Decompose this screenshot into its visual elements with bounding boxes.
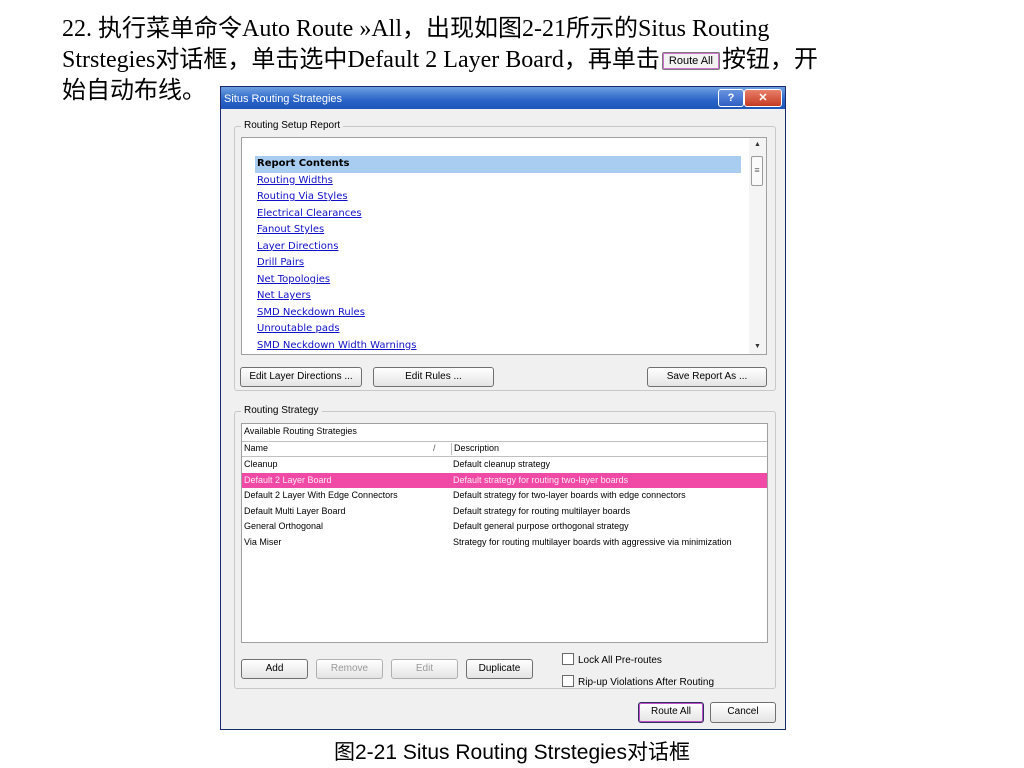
scroll-thumb[interactable]: ≡	[751, 156, 763, 186]
strategy-name: General Orthogonal	[244, 521, 324, 531]
edit-button[interactable]: Edit	[391, 659, 458, 679]
strategy-name: Cleanup	[244, 459, 278, 469]
strategy-row-default-multi-layer-board[interactable]: Default Multi Layer Board Default strate…	[242, 504, 767, 520]
report-link-routing-widths[interactable]: Routing Widths	[255, 175, 333, 186]
duplicate-button[interactable]: Duplicate	[466, 659, 533, 679]
strategy-description: Default general purpose orthogonal strat…	[453, 521, 629, 531]
remove-button[interactable]: Remove	[316, 659, 383, 679]
report-link-smd-neckdown-rules[interactable]: SMD Neckdown Rules	[255, 307, 365, 318]
strategies-list[interactable]: Available Routing Strategies Name / Desc…	[241, 423, 768, 643]
report-link-unroutable-pads[interactable]: Unroutable pads	[255, 323, 340, 334]
report-scrollbar[interactable]: ▲ ≡ ▼	[749, 138, 766, 354]
cancel-button[interactable]: Cancel	[710, 702, 776, 723]
lock-pre-routes-label: Lock All Pre-routes	[578, 655, 662, 666]
dialog-titlebar[interactable]: Situs Routing Strategies ? ✕	[221, 87, 785, 109]
scroll-down-icon[interactable]: ▼	[749, 340, 766, 354]
report-link-electrical-clearances[interactable]: Electrical Clearances	[255, 208, 362, 219]
report-link-layer-directions[interactable]: Layer Directions	[255, 241, 338, 252]
strategy-row-cleanup[interactable]: Cleanup Default cleanup strategy	[242, 457, 767, 473]
ripup-violations-label: Rip-up Violations After Routing	[578, 677, 715, 688]
edit-layer-directions-button[interactable]: Edit Layer Directions ...	[240, 367, 362, 387]
sort-indicator-icon: /	[433, 443, 436, 453]
route-all-button[interactable]: Route All	[638, 702, 704, 723]
strategy-name: Default Multi Layer Board	[244, 505, 346, 516]
strategy-description: Strategy for routing multilayer boards w…	[453, 536, 732, 547]
strategy-description: Default cleanup strategy	[453, 459, 551, 469]
report-contents-heading: Report Contents	[255, 156, 741, 173]
ripup-violations-checkbox[interactable]	[562, 675, 574, 687]
routing-strategy-label: Routing Strategy	[241, 405, 322, 416]
scroll-up-icon[interactable]: ▲	[749, 138, 766, 152]
intro-line-2-start: Strstegies对话框，单击选中Default 2 Layer Board，…	[62, 47, 660, 73]
strategy-name: Via Miser	[244, 536, 282, 547]
report-link-fanout-styles[interactable]: Fanout Styles	[255, 224, 324, 235]
strategy-row-via-miser[interactable]: Via Miser Strategy for routing multilaye…	[242, 535, 767, 551]
edit-rules-button[interactable]: Edit Rules ...	[373, 367, 494, 387]
report-list: Report Contents Routing Widths Routing V…	[255, 156, 741, 354]
report-panel[interactable]: Report Contents Routing Widths Routing V…	[241, 137, 767, 355]
routing-setup-report-label: Routing Setup Report	[241, 120, 344, 131]
column-description[interactable]: Description	[451, 443, 499, 455]
report-link-drill-pairs[interactable]: Drill Pairs	[255, 257, 304, 268]
lock-pre-routes-option[interactable]: Lock All Pre-routes	[562, 653, 662, 666]
strategies-column-header[interactable]: Name / Description	[242, 441, 767, 457]
column-name[interactable]: Name	[244, 443, 268, 453]
report-link-net-layers[interactable]: Net Layers	[255, 290, 311, 301]
intro-line-2-end: 按钮，开	[721, 47, 818, 73]
figure-caption: 图2-21 Situs Routing Strstegies对话框	[334, 741, 690, 764]
strategy-description: Default strategy for two-layer boards wi…	[453, 490, 686, 500]
strategy-name: Default 2 Layer Board	[244, 474, 332, 485]
strategy-name: Default 2 Layer With Edge Connectors	[244, 490, 398, 500]
report-link-net-topologies[interactable]: Net Topologies	[255, 274, 330, 285]
ripup-violations-option[interactable]: Rip-up Violations After Routing	[562, 675, 714, 688]
strategy-description: Default strategy for routing two-layer b…	[453, 474, 629, 485]
add-button[interactable]: Add	[241, 659, 308, 679]
strategy-row-general-orthogonal[interactable]: General Orthogonal Default general purpo…	[242, 519, 767, 535]
dialog-title: Situs Routing Strategies	[224, 93, 343, 105]
lock-pre-routes-checkbox[interactable]	[562, 653, 574, 665]
available-strategies-caption: Available Routing Strategies	[244, 426, 357, 436]
strategy-description: Default strategy for routing multilayer …	[453, 505, 631, 516]
strategy-row-default-2-layer-edge-connectors[interactable]: Default 2 Layer With Edge Connectors Def…	[242, 488, 767, 504]
intro-line-2: Strstegies对话框，单击选中Default 2 Layer Board，…	[62, 45, 962, 76]
situs-routing-strategies-dialog: Situs Routing Strategies ? ✕ Routing Set…	[220, 86, 786, 730]
report-link-smd-neckdown-width-warnings[interactable]: SMD Neckdown Width Warnings	[255, 340, 417, 351]
report-link-routing-via-styles[interactable]: Routing Via Styles	[255, 191, 348, 202]
save-report-as-button[interactable]: Save Report As ...	[647, 367, 767, 387]
intro-line-1: 22. 执行菜单命令Auto Route »All，出现如图2-21所示的Sit…	[62, 16, 770, 42]
strategy-row-default-2-layer-board[interactable]: Default 2 Layer Board Default strategy f…	[242, 472, 767, 488]
inline-route-all-button-image: Route All	[661, 52, 720, 70]
close-button[interactable]: ✕	[744, 89, 782, 107]
help-button[interactable]: ?	[718, 89, 744, 107]
